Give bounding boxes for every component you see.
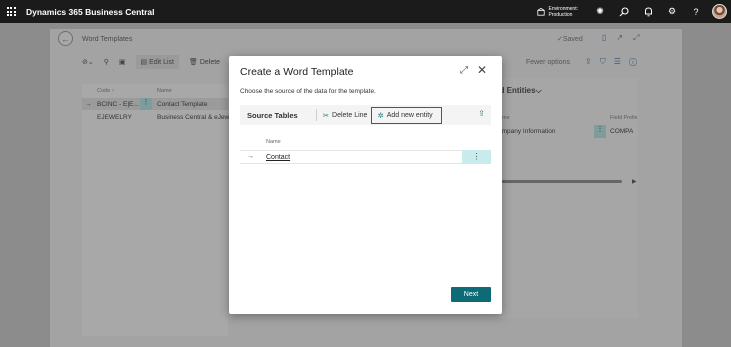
column-header-name[interactable]: Name [157,88,172,94]
source-tables-part: Source Tables ✂ Delete Line ✲ Add new en… [240,105,491,278]
avatar[interactable] [712,4,727,19]
next-button[interactable]: Next [451,287,491,302]
table-row[interactable]: → Contact ⋮ [240,150,491,164]
open-icon[interactable]: ▣ [119,58,126,66]
expand-icon[interactable]: ⤢ [460,65,468,76]
factbox-action-icons[interactable]: ⇪⛉☰ⓘ [585,57,645,67]
table-row-name[interactable]: Contact Template [157,101,207,108]
horizontal-scrollbar[interactable] [492,180,622,183]
close-icon[interactable]: ✕ [477,63,487,77]
gear-icon[interactable]: ⚙ [660,0,684,23]
dialog-description: Choose the source of the data for the te… [240,88,376,95]
table-row-name[interactable]: Contact [266,154,290,161]
row-menu-icon[interactable]: ⋮ [462,150,491,164]
edit-list-button[interactable]: ▤ Edit List [135,55,179,69]
help-icon[interactable]: ? [684,0,708,23]
fewer-options-link[interactable]: Fewer options [526,59,570,66]
scroll-right-arrow-icon[interactable]: ▶ [632,178,637,185]
waffle-icon[interactable] [0,0,22,23]
table-row-code[interactable]: BCINC - E|E... [97,101,139,108]
dialog-title: Create a Word Template [240,66,354,78]
environment-value: Production [548,11,573,18]
add-entity-icon: ✲ [377,110,384,120]
share-icon[interactable]: ⇪ [478,109,485,118]
delete-button[interactable]: 🗑 Delete [189,58,220,66]
add-new-entity-button[interactable]: ✲ Add new entity [371,106,442,124]
bell-icon[interactable] [636,0,660,23]
page-title: Word Templates [82,36,133,43]
related-col-prefix: Field Prefix [610,115,638,121]
related-entity-row[interactable]: ompany Information [498,128,555,135]
copilot-icon[interactable]: ✺ [588,0,612,23]
environment-icon [536,7,545,16]
page-action-icons[interactable]: ▯↗⤢ [602,33,650,43]
create-word-template-dialog: Create a Word Template ⤢ ✕ Choose the so… [229,56,502,314]
search-icon[interactable] [612,0,636,23]
related-entity-prefix[interactable]: COMPA [610,128,633,135]
related-entities-panel [480,78,638,318]
row-arrow-icon: → [247,153,254,160]
related-col-name: me [502,115,510,121]
row-menu-icon[interactable]: ⋮ [594,125,606,138]
source-tables-toolbar: Source Tables ✂ Delete Line ✲ Add new en… [240,105,491,125]
filter-icon[interactable]: ⊘⌄ [82,58,94,66]
table-row-code[interactable]: EJEWELRY [97,114,132,121]
background-list [82,84,228,336]
toolbar-divider [315,109,317,121]
background-toolbar: ⊘⌄ ⚲ ▣ ▤ Edit List 🗑 Delete [82,54,220,70]
saved-status: ✓Saved [557,36,583,43]
table-row-name[interactable]: Business Central & eJew... [157,114,234,121]
source-tables-title[interactable]: Source Tables [247,111,298,120]
top-bar: Dynamics 365 Business Central Environmen… [0,0,731,23]
search-icon[interactable]: ⚲ [104,58,109,66]
back-arrow-icon[interactable]: ← [58,31,73,46]
column-header-name[interactable]: Name [266,139,281,145]
delete-line-icon: ✂ [322,110,330,120]
environment-indicator[interactable]: Environment: Production [536,5,578,18]
column-header-code[interactable]: Code ↑ [97,88,114,94]
source-tables-grid: Name → Contact ⋮ [240,125,491,278]
delete-line-button[interactable]: ✂ Delete Line [323,111,368,120]
row-arrow-icon: → [85,101,92,108]
app-title[interactable]: Dynamics 365 Business Central [26,7,155,17]
environment-label: Environment: [548,5,578,12]
row-menu-icon[interactable]: ⋮ [140,98,152,110]
